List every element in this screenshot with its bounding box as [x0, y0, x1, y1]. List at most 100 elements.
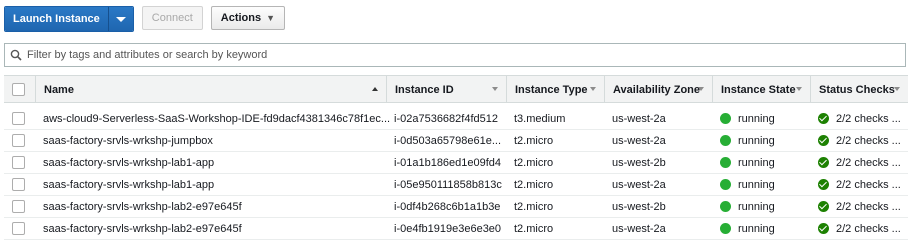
availability-zone-text: us-west-2a — [612, 222, 666, 235]
column-header-availability-zone[interactable]: Availability Zone — [604, 76, 712, 103]
instance-name: aws-cloud9-Serverless-SaaS-Workshop-IDE-… — [43, 108, 390, 129]
sort-ascending-icon — [372, 87, 378, 91]
running-status-icon — [720, 179, 731, 190]
table-row[interactable]: aws-cloud9-Serverless-SaaS-Workshop-IDE-… — [4, 108, 908, 130]
instance-state-text: running — [738, 178, 775, 191]
launch-instance-dropdown-toggle[interactable] — [108, 7, 133, 31]
table-row[interactable]: saas-factory-srvls-wrkshp-lab2-e97e645f i… — [4, 196, 908, 218]
instance-state-text: running — [738, 156, 775, 169]
select-all-checkbox[interactable] — [12, 83, 25, 96]
row-select-cell — [12, 196, 25, 217]
instance-id-text: i-0e4fb1919e3e6e3e0 — [394, 222, 502, 235]
instance-name-text: saas-factory-srvls-wrkshp-lab1-app — [43, 178, 215, 191]
column-header-instance-state[interactable]: Instance State — [712, 76, 810, 103]
row-checkbox[interactable] — [12, 178, 25, 191]
status-checks-text: 2/2 checks ... — [836, 156, 901, 169]
row-checkbox[interactable] — [12, 222, 25, 235]
toolbar: Launch Instance Connect Actions ▼ — [4, 6, 286, 32]
instance-id-text: i-02a7536682f4fd512 — [394, 112, 498, 125]
running-status-icon — [720, 223, 731, 234]
instance-state: running — [720, 152, 775, 173]
sort-icon — [796, 87, 802, 91]
row-select-cell — [12, 108, 25, 129]
instance-name: saas-factory-srvls-wrkshp-lab2-e97e645f — [43, 196, 242, 217]
table-row[interactable]: saas-factory-srvls-wrkshp-lab1-app i-01a1… — [4, 152, 908, 174]
instance-id-text: i-05e950111858b813c — [394, 178, 502, 191]
sort-icon — [590, 87, 596, 91]
filter-bar — [4, 43, 906, 67]
instance-state: running — [720, 108, 775, 129]
instance-state: running — [720, 174, 775, 195]
caret-down-icon — [115, 16, 126, 22]
row-checkbox[interactable] — [12, 156, 25, 169]
availability-zone: us-west-2a — [612, 174, 666, 195]
instance-type: t2.micro — [514, 218, 553, 239]
instance-id-text: i-0d503a65798e61e... — [394, 134, 502, 147]
instance-type-text: t2.micro — [514, 222, 554, 235]
running-status-icon — [720, 113, 731, 124]
status-checks: 2/2 checks ... — [818, 130, 901, 151]
instance-name: saas-factory-srvls-wrkshp-lab1-app — [43, 174, 214, 195]
column-header-status-checks[interactable]: Status Checks — [810, 76, 908, 103]
row-select-cell — [12, 130, 25, 151]
check-circle-icon — [818, 157, 829, 168]
table-row[interactable]: saas-factory-srvls-wrkshp-lab2-e97e645f i… — [4, 218, 908, 240]
status-checks-text: 2/2 checks ... — [836, 112, 901, 125]
actions-button[interactable]: Actions ▼ — [210, 6, 286, 30]
status-checks: 2/2 checks ... — [818, 196, 901, 217]
column-header-instance-id[interactable]: Instance ID — [386, 76, 506, 103]
row-checkbox[interactable] — [12, 112, 25, 125]
instance-type-text: t2.micro — [514, 156, 554, 169]
availability-zone-text: us-west-2b — [612, 200, 666, 213]
instance-state: running — [720, 130, 775, 151]
status-checks-text: 2/2 checks ... — [836, 222, 901, 235]
row-checkbox[interactable] — [12, 134, 25, 147]
column-header-instance-type[interactable]: Instance Type — [506, 76, 604, 103]
connect-button[interactable]: Connect — [141, 6, 203, 30]
availability-zone-text: us-west-2b — [612, 156, 666, 169]
table-row[interactable]: saas-factory-srvls-wrkshp-jumpbox i-0d503… — [4, 130, 908, 152]
status-checks-text: 2/2 checks ... — [836, 178, 901, 191]
instance-type-text: t2.micro — [514, 134, 554, 147]
instance-type-text: t2.micro — [514, 178, 554, 191]
availability-zone: us-west-2b — [612, 196, 666, 217]
actions-label: Actions — [220, 12, 262, 24]
running-status-icon — [720, 157, 731, 168]
status-checks: 2/2 checks ... — [818, 108, 901, 129]
running-status-icon — [720, 135, 731, 146]
table-header: Name Instance ID Instance Type Availabil… — [4, 75, 908, 103]
instance-name-text: saas-factory-srvls-wrkshp-lab2-e97e645f — [43, 200, 242, 213]
instance-type: t3.medium — [514, 108, 565, 129]
status-checks: 2/2 checks ... — [818, 152, 901, 173]
check-circle-icon — [818, 201, 829, 212]
instance-id: i-01a1b186ed1e09fd4 — [394, 152, 501, 173]
table-row[interactable]: saas-factory-srvls-wrkshp-lab1-app i-05e9… — [4, 174, 908, 196]
availability-zone: us-west-2b — [612, 152, 666, 173]
instance-state-text: running — [738, 134, 775, 147]
instance-name-text: saas-factory-srvls-wrkshp-jumpbox — [43, 134, 213, 147]
check-circle-icon — [818, 179, 829, 190]
sort-icon — [492, 87, 498, 91]
running-status-icon — [720, 201, 731, 212]
check-circle-icon — [818, 223, 829, 234]
column-header-name[interactable]: Name — [35, 76, 386, 103]
instance-state: running — [720, 218, 775, 239]
availability-zone-text: us-west-2a — [612, 134, 666, 147]
check-circle-icon — [818, 135, 829, 146]
row-select-cell — [12, 152, 25, 173]
instance-id: i-0e4fb1919e3e6e3e0 — [394, 218, 501, 239]
instance-type: t2.micro — [514, 130, 553, 151]
status-checks: 2/2 checks ... — [818, 218, 901, 239]
instance-name-text: saas-factory-srvls-wrkshp-lab2-e97e645f — [43, 222, 242, 235]
instance-id: i-0d503a65798e61e... — [394, 130, 501, 151]
instance-type: t2.micro — [514, 174, 553, 195]
instance-id-text: i-01a1b186ed1e09fd4 — [394, 156, 502, 169]
instance-state-text: running — [738, 112, 775, 125]
chevron-down-icon: ▼ — [266, 13, 276, 23]
availability-zone: us-west-2a — [612, 108, 666, 129]
launch-instance-button[interactable]: Launch Instance — [5, 7, 109, 31]
status-checks: 2/2 checks ... — [818, 174, 901, 195]
instance-id: i-0df4b268c6b1a1b3e — [394, 196, 500, 217]
filter-input[interactable] — [27, 49, 887, 61]
row-checkbox[interactable] — [12, 200, 25, 213]
